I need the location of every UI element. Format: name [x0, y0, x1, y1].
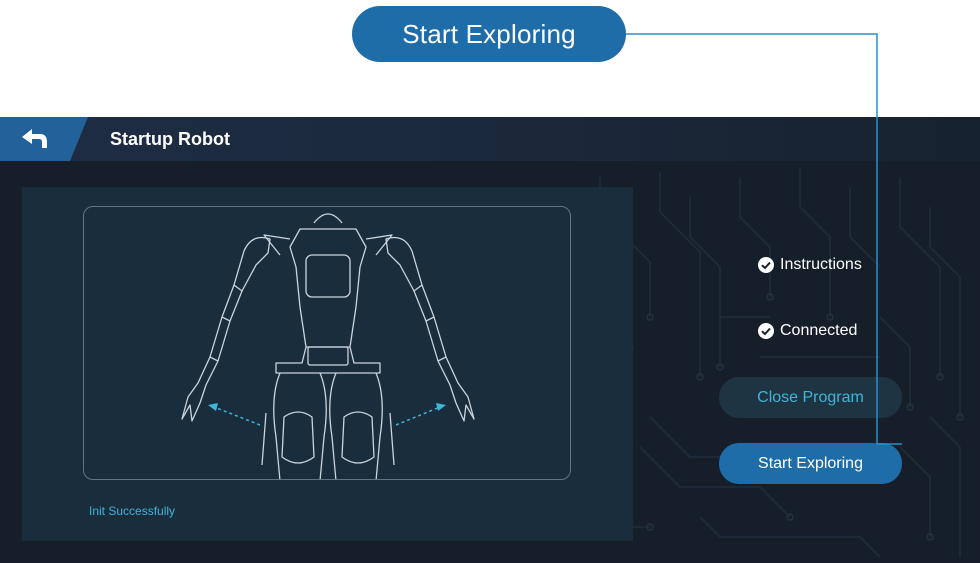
page-title: Startup Robot: [110, 129, 230, 149]
callout-label: Start Exploring: [402, 18, 576, 49]
start-exploring-label: Start Exploring: [758, 454, 863, 472]
check-circle-icon: [758, 323, 774, 339]
robot-viewport: Init Successfully: [22, 187, 633, 541]
header-bar: Startup Robot: [0, 117, 980, 161]
connected-status: Connected: [758, 322, 857, 340]
close-program-button[interactable]: Close Program: [719, 377, 902, 418]
robot-illustration: [181, 213, 475, 479]
start-exploring-button[interactable]: Start Exploring: [719, 443, 902, 484]
back-button[interactable]: [0, 117, 88, 161]
connected-label: Connected: [780, 322, 858, 339]
callout-start-exploring-button[interactable]: Start Exploring: [352, 6, 626, 62]
startup-robot-screen: Startup Robot Init Successfully Instruct…: [0, 117, 980, 563]
check-circle-icon: [758, 257, 774, 273]
back-arrow-icon: [22, 129, 47, 148]
instructions-status: Instructions: [758, 256, 862, 274]
robot-illustration-frame: [83, 206, 571, 480]
init-status-text: Init Successfully: [89, 504, 176, 518]
instructions-label: Instructions: [780, 256, 862, 273]
close-program-label: Close Program: [757, 388, 864, 406]
